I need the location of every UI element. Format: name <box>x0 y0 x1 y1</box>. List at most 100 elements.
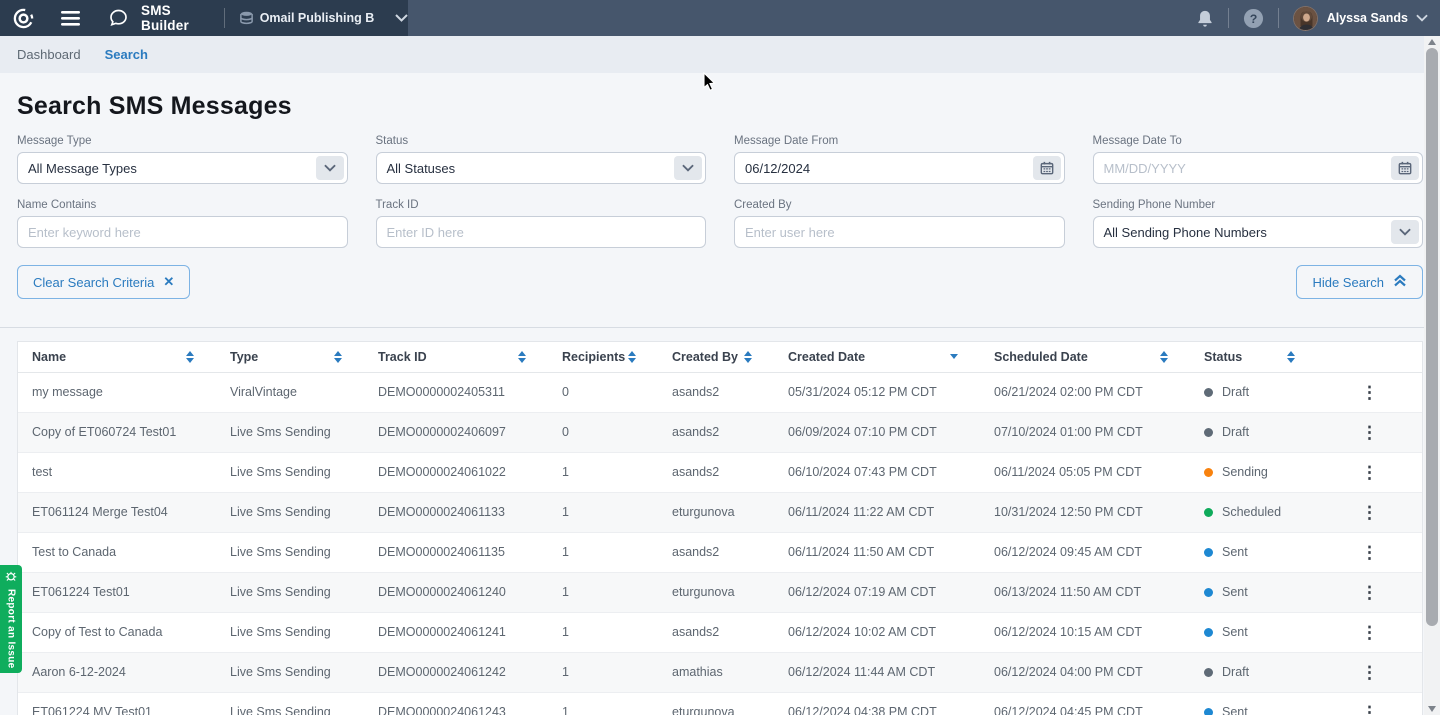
cell-recipients: 1 <box>548 532 658 572</box>
row-kebab-menu-button[interactable]: ⋮ <box>1317 693 1422 715</box>
hamburger-menu-icon[interactable] <box>61 11 80 26</box>
svg-text:?: ? <box>1249 11 1257 25</box>
sort-icon[interactable] <box>744 351 752 363</box>
chat-bubble-icon <box>108 8 129 28</box>
results-table: NameType Track ID Recipients Created By Crea… <box>18 342 1422 715</box>
sort-icon[interactable] <box>186 351 194 363</box>
row-kebab-menu-button[interactable]: ⋮ <box>1317 493 1422 532</box>
results-table-container: NameType Track ID Recipients Created By Crea… <box>17 341 1423 715</box>
account-chevron-down-icon[interactable] <box>395 14 408 22</box>
cell-name: ET061224 Test01 <box>18 572 216 612</box>
report-issue-label: Report an Issue <box>6 589 17 669</box>
cell-created-by: asands2 <box>658 532 774 572</box>
sort-icon[interactable] <box>334 351 342 363</box>
message-type-select[interactable]: All Message Types <box>17 152 348 184</box>
help-icon[interactable]: ? <box>1243 8 1264 29</box>
column-header-scheduled_date[interactable]: Scheduled Date <box>980 342 1190 372</box>
status-label: Sent <box>1222 545 1248 559</box>
track-id-input[interactable] <box>376 216 707 248</box>
sort-desc-icon[interactable] <box>950 354 958 359</box>
row-kebab-menu-button[interactable]: ⋮ <box>1317 653 1422 692</box>
column-label: Created Date <box>788 350 865 364</box>
name-contains-label: Name Contains <box>17 199 348 211</box>
breadcrumb-search[interactable]: Search <box>105 47 148 62</box>
cell-name: Test to Canada <box>18 532 216 572</box>
column-header-track_id[interactable]: Track ID <box>364 342 548 372</box>
cell-track-id: DEMO0000024061242 <box>364 652 548 692</box>
column-header-name[interactable]: Name <box>18 342 216 372</box>
status-select[interactable]: All Statuses <box>376 152 707 184</box>
clear-search-criteria-button[interactable]: Clear Search Criteria ✕ <box>17 265 190 299</box>
cell-track-id: DEMO0000002405311 <box>364 372 548 412</box>
cell-name: Copy of ET060724 Test01 <box>18 412 216 452</box>
created-by-input[interactable] <box>734 216 1065 248</box>
brand-logo-icon[interactable] <box>12 7 35 30</box>
name-contains-input[interactable] <box>17 216 348 248</box>
scrollbar-thumb[interactable] <box>1426 48 1438 626</box>
cell-created-date: 06/12/2024 07:19 AM CDT <box>774 572 980 612</box>
column-header-status[interactable]: Status <box>1190 342 1317 372</box>
date-to-input[interactable] <box>1093 152 1424 184</box>
calendar-icon[interactable] <box>1391 156 1419 180</box>
bug-icon <box>5 570 17 585</box>
chevron-down-icon[interactable] <box>1391 220 1419 244</box>
chevron-down-icon[interactable] <box>674 156 702 180</box>
column-label: Scheduled Date <box>994 350 1088 364</box>
table-row: ET061224 Test01Live Sms SendingDEMO00000… <box>18 572 1422 612</box>
cell-created-date: 06/12/2024 04:38 PM CDT <box>774 692 980 715</box>
sort-icon[interactable] <box>1287 351 1295 363</box>
table-row: Copy of Test to CanadaLive Sms SendingDE… <box>18 612 1422 652</box>
column-label: Track ID <box>378 350 427 364</box>
user-name[interactable]: Alyssa Sands <box>1327 11 1408 25</box>
row-kebab-menu-button[interactable]: ⋮ <box>1317 453 1422 492</box>
scroll-down-icon[interactable] <box>1428 706 1436 712</box>
column-label: Created By <box>672 350 738 364</box>
user-chevron-down-icon[interactable] <box>1416 14 1428 22</box>
row-kebab-menu-button[interactable]: ⋮ <box>1317 613 1422 652</box>
table-head-row: NameType Track ID Recipients Created By Crea… <box>18 342 1422 372</box>
row-kebab-menu-button[interactable]: ⋮ <box>1317 533 1422 572</box>
notification-bell-icon[interactable] <box>1196 9 1214 28</box>
vertical-scrollbar[interactable] <box>1424 36 1440 715</box>
filter-date-to: Message Date To <box>1093 135 1424 184</box>
cell-track-id: DEMO0000024061135 <box>364 532 548 572</box>
row-kebab-menu-button[interactable]: ⋮ <box>1317 413 1422 452</box>
row-kebab-menu-button[interactable]: ⋮ <box>1317 373 1422 412</box>
sending-phone-label: Sending Phone Number <box>1093 199 1424 211</box>
cell-actions: ⋮ <box>1317 652 1422 692</box>
status-dot <box>1204 628 1213 637</box>
scroll-up-icon[interactable] <box>1428 39 1436 45</box>
nav-divider <box>224 8 225 28</box>
status-dot <box>1204 708 1213 715</box>
column-header-type[interactable]: Type <box>216 342 364 372</box>
cell-actions: ⋮ <box>1317 612 1422 652</box>
user-avatar[interactable] <box>1293 6 1318 31</box>
calendar-icon[interactable] <box>1033 156 1061 180</box>
chevron-down-icon[interactable] <box>316 156 344 180</box>
column-header-created_date[interactable]: Created Date <box>774 342 980 372</box>
column-header-recipients[interactable]: Recipients <box>548 342 658 372</box>
date-from-input[interactable] <box>734 152 1065 184</box>
breadcrumb-dashboard[interactable]: Dashboard <box>17 47 81 62</box>
message-type-label: Message Type <box>17 135 348 147</box>
cell-status: Sent <box>1190 532 1317 572</box>
cell-type: ViralVintage <box>216 372 364 412</box>
column-header-created_by[interactable]: Created By <box>658 342 774 372</box>
sort-icon[interactable] <box>628 351 636 363</box>
row-kebab-menu-button[interactable]: ⋮ <box>1317 573 1422 612</box>
hide-search-button[interactable]: Hide Search <box>1296 265 1423 299</box>
report-issue-tab[interactable]: Report an Issue <box>0 565 22 673</box>
status-label: Scheduled <box>1222 505 1281 519</box>
cell-track-id: DEMO0000024061022 <box>364 452 548 492</box>
sort-icon[interactable] <box>1160 351 1168 363</box>
cell-actions: ⋮ <box>1317 572 1422 612</box>
sending-phone-select[interactable]: All Sending Phone Numbers <box>1093 216 1424 248</box>
sort-icon[interactable] <box>518 351 526 363</box>
account-selector[interactable]: Omail Publishing Bra... <box>260 11 375 25</box>
cell-name: my message <box>18 372 216 412</box>
database-icon <box>239 11 254 26</box>
cell-created-by: asands2 <box>658 452 774 492</box>
cell-recipients: 1 <box>548 692 658 715</box>
section-divider <box>0 327 1440 328</box>
cell-name: Aaron 6-12-2024 <box>18 652 216 692</box>
